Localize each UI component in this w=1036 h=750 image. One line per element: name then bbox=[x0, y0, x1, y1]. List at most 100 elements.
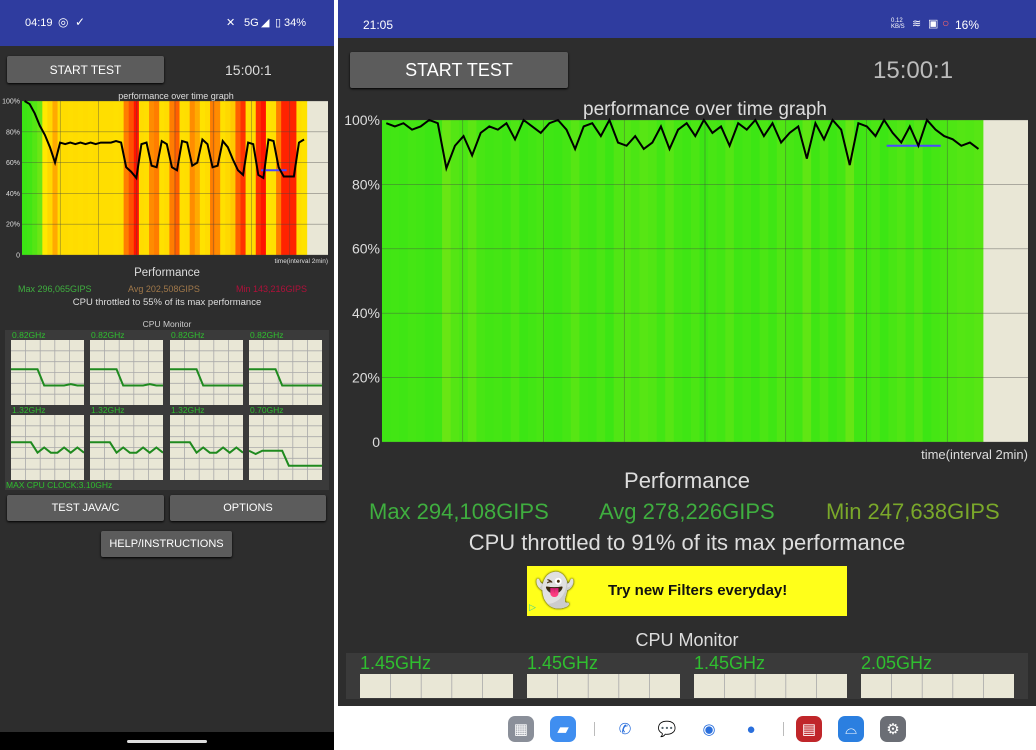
heat-bar bbox=[545, 120, 555, 442]
status-time: 04:19 bbox=[25, 17, 53, 29]
performance-graph: performance over time graph time(interva… bbox=[2, 91, 328, 265]
heat-bar bbox=[562, 120, 572, 442]
heat-bar bbox=[484, 120, 495, 442]
heat-bar bbox=[174, 101, 181, 255]
cpu-core-graph bbox=[249, 340, 322, 405]
heat-bar bbox=[854, 120, 864, 442]
battery-level: 34% bbox=[284, 17, 307, 29]
heat-bar bbox=[194, 101, 201, 255]
y-tick-label: 20% bbox=[6, 222, 20, 229]
heat-bar bbox=[828, 120, 838, 442]
heat-bar bbox=[699, 120, 709, 442]
heat-bar bbox=[67, 101, 74, 255]
y-tick-label: 0 bbox=[16, 252, 20, 259]
heat-bar bbox=[184, 101, 191, 255]
heat-bar bbox=[32, 101, 38, 255]
wifi-icon: ≋ bbox=[912, 18, 922, 30]
camera-icon[interactable]: ● bbox=[738, 716, 764, 742]
y-tick-label: 100% bbox=[2, 98, 20, 105]
heat-bar bbox=[154, 101, 160, 255]
heat-bar bbox=[245, 101, 252, 255]
ad-choices-icon[interactable]: ▷ bbox=[529, 602, 536, 613]
heat-bar bbox=[108, 101, 115, 255]
y-tick-label: 40% bbox=[6, 191, 20, 198]
heat-bar bbox=[793, 120, 804, 442]
heat-bar bbox=[510, 120, 520, 442]
app-drawer-icon[interactable]: ▦ bbox=[508, 716, 534, 742]
cpu-core-graph bbox=[90, 340, 163, 405]
graph-background bbox=[527, 674, 680, 698]
heat-bar bbox=[974, 120, 984, 442]
cpu-core-graph bbox=[861, 674, 1014, 698]
heat-bar bbox=[733, 120, 744, 442]
heat-bar bbox=[52, 101, 59, 255]
heat-bar bbox=[605, 120, 615, 442]
files-icon[interactable]: ▰ bbox=[550, 716, 576, 742]
phone-icon[interactable]: ✆ bbox=[612, 716, 638, 742]
whatsapp-icon: ◎ bbox=[58, 15, 69, 29]
navigation-bar bbox=[0, 732, 334, 750]
options-button[interactable]: OPTIONS bbox=[170, 495, 326, 521]
heat-bar bbox=[179, 101, 186, 255]
core-frequency: 0.82GHz bbox=[12, 330, 46, 340]
dock-separator bbox=[783, 722, 784, 736]
heat-bar bbox=[768, 120, 778, 442]
heat-bar bbox=[77, 101, 84, 255]
heat-bar bbox=[301, 101, 308, 255]
heat-bar bbox=[240, 101, 247, 255]
heat-bar bbox=[47, 101, 54, 255]
test-java-c-button[interactable]: TEST JAVA/C bbox=[7, 495, 164, 521]
heat-bar bbox=[476, 120, 486, 442]
throttle-text: CPU throttled to 91% of its max performa… bbox=[468, 530, 906, 555]
core-frequency: 2.05GHz bbox=[861, 653, 933, 673]
heat-bar bbox=[215, 101, 221, 255]
min-gips: Min 143,216GIPS bbox=[236, 284, 308, 294]
heat-bar bbox=[276, 101, 282, 255]
heat-bar bbox=[98, 101, 104, 255]
heat-bar bbox=[931, 120, 941, 442]
heat-bar bbox=[450, 120, 460, 442]
heat-bar bbox=[149, 101, 155, 255]
min-gips: Min 247,638GIPS bbox=[826, 499, 1000, 524]
graph-title: performance over time graph bbox=[583, 99, 827, 120]
ad-banner[interactable]: 👻 Try new Filters everyday! ▷ bbox=[527, 566, 847, 616]
settings-icon[interactable]: ⚙ bbox=[880, 716, 906, 742]
heat-bar bbox=[493, 120, 503, 442]
heat-bar bbox=[896, 120, 907, 442]
chrome-icon[interactable]: ◉ bbox=[696, 716, 722, 742]
heat-bar bbox=[939, 120, 950, 442]
heat-bar bbox=[742, 120, 752, 442]
start-test-button[interactable]: START TEST bbox=[7, 56, 164, 83]
cpu-throttling-test-icon[interactable]: ▤ bbox=[796, 716, 822, 742]
heat-bar bbox=[271, 101, 277, 255]
start-test-button[interactable]: START TEST bbox=[350, 52, 568, 88]
max-gips: Max 294,108GIPS bbox=[369, 499, 549, 524]
heat-bar bbox=[286, 101, 292, 255]
cpu-core-graph bbox=[11, 340, 84, 405]
heat-bar bbox=[888, 120, 898, 442]
net-speed: 0.12 KB/S bbox=[891, 18, 905, 30]
status-bar: 21:05 0.12 KB/S ≋ ▣ ○ 16% bbox=[338, 0, 1036, 38]
help-instructions-button[interactable]: HELP/INSTRUCTIONS bbox=[101, 531, 232, 557]
heat-bar bbox=[957, 120, 967, 442]
heat-bar bbox=[879, 120, 889, 442]
graph-background bbox=[694, 674, 847, 698]
cpu-core-graph bbox=[170, 340, 243, 405]
home-handle[interactable] bbox=[127, 740, 207, 743]
battery-ring-icon: ○ bbox=[942, 16, 950, 30]
download-done-icon: ✓ bbox=[75, 15, 86, 29]
network-type: 5G bbox=[244, 17, 259, 29]
glasses-app-icon[interactable]: ⌓ bbox=[838, 716, 864, 742]
cpu-monitor-title: CPU Monitor bbox=[635, 630, 739, 650]
cpu-core-graph bbox=[11, 415, 84, 480]
heat-bar bbox=[914, 120, 924, 442]
throttle-text: CPU throttled to 55% of its max performa… bbox=[72, 297, 262, 308]
cpu-monitor-panel: MAX CPU CLOCK:3.10GHz 0.82GHz 0.82GHz 0.82… bbox=[5, 330, 329, 490]
messages-icon[interactable]: 💬 bbox=[654, 716, 680, 742]
heat-bar bbox=[785, 120, 795, 442]
graph-title: performance over time graph bbox=[118, 91, 234, 101]
timer: 15:00:1 bbox=[873, 57, 954, 84]
signal-icon: ◢ bbox=[261, 17, 270, 29]
avg-gips: Avg 202,508GIPS bbox=[128, 284, 200, 294]
heat-bar bbox=[118, 101, 125, 255]
